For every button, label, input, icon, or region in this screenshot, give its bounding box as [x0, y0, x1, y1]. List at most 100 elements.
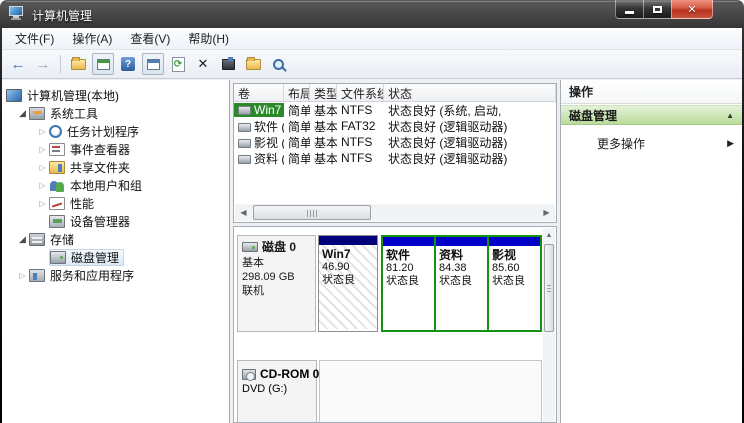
minimize-icon: [625, 11, 634, 14]
close-button[interactable]: ✕: [671, 0, 713, 19]
collapsed-expander-icon[interactable]: ▷: [36, 163, 49, 172]
collapsed-expander-icon[interactable]: ▷: [36, 199, 49, 208]
extended-partition-group: 软件 81.20 状态良 资料 84.38 状态良: [381, 235, 542, 332]
tree-item-label: 磁盘管理: [71, 249, 119, 266]
open-folder-icon[interactable]: [242, 53, 264, 75]
tree-item-local-users-groups[interactable]: ▷ 本地用户和组: [2, 176, 229, 194]
partition-software[interactable]: 软件 81.20 状态良: [383, 237, 434, 330]
scroll-right-icon[interactable]: ▶: [538, 204, 555, 221]
tree-item-event-viewer[interactable]: ▷ 事件查看器: [2, 140, 229, 158]
app-area: 文件(F) 操作(A) 查看(V) 帮助(H) ← → ? ⟳ ✕: [2, 28, 742, 423]
tree-item-shared-folders[interactable]: ▷ 共享文件夹: [2, 158, 229, 176]
up-folder-icon[interactable]: [67, 53, 89, 75]
tree-item-computer-management[interactable]: 计算机管理(本地): [2, 86, 229, 104]
hard-disk-icon: [242, 242, 258, 252]
volume-row-data[interactable]: 资料 (E:) 简单 基本 NTFS 状态良好 (逻辑驱动器): [234, 150, 556, 166]
disk-icon: [50, 251, 66, 264]
refresh-icon[interactable]: ⟳: [167, 53, 189, 75]
expanded-expander-icon[interactable]: ◢: [16, 234, 29, 245]
scrollbar-thumb[interactable]: [253, 205, 371, 220]
tree-item-services-applications[interactable]: ▷ 服务和应用程序: [2, 266, 229, 284]
cd-rom-icon: [242, 369, 256, 380]
column-header-layout[interactable]: 布局: [284, 84, 310, 101]
menu-view[interactable]: 查看(V): [121, 28, 179, 49]
menu-file[interactable]: 文件(F): [6, 28, 63, 49]
partitions: Win7 46.90 状态良 软件 81.20: [318, 235, 542, 332]
cdrom-label[interactable]: CD-ROM 0 DVD (G:): [237, 360, 317, 423]
delete-icon[interactable]: ✕: [192, 53, 214, 75]
app-icon: [9, 6, 25, 20]
tree-item-performance[interactable]: ▷ 性能: [2, 194, 229, 212]
action-pane-toggle-icon[interactable]: [142, 53, 164, 75]
collapsed-expander-icon[interactable]: ▷: [36, 127, 49, 136]
tree-item-disk-management[interactable]: 磁盘管理: [2, 248, 229, 266]
device-manager-icon: [49, 215, 65, 228]
cdrom-row: CD-ROM 0 DVD (G:): [237, 360, 542, 423]
partition-win7[interactable]: Win7 46.90 状态良: [318, 235, 378, 332]
computer-management-window: 计算机管理 ✕ 文件(F) 操作(A) 查看(V) 帮助(H) ← → ? ⟳ …: [0, 0, 744, 423]
volume-row-movies[interactable]: 影视 (F:) 简单 基本 NTFS 状态良好 (逻辑驱动器): [234, 134, 556, 150]
search-icon[interactable]: [267, 53, 289, 75]
help-icon[interactable]: ?: [117, 53, 139, 75]
forward-icon[interactable]: →: [32, 53, 54, 75]
tree-item-label: 存储: [50, 231, 74, 248]
actions-group-disk-management[interactable]: 磁盘管理 ▲: [561, 105, 742, 125]
collapse-icon[interactable]: ▲: [726, 111, 734, 120]
title-bar[interactable]: 计算机管理 ✕: [0, 0, 744, 28]
tree-item-system-tools[interactable]: ◢ 系统工具: [2, 104, 229, 122]
collapsed-expander-icon[interactable]: ▷: [36, 181, 49, 190]
toolbar: ← → ? ⟳ ✕: [2, 50, 742, 79]
volume-row-software[interactable]: 软件 (D:) 简单 基本 FAT32 状态良好 (逻辑驱动器): [234, 118, 556, 134]
maximize-button[interactable]: [644, 0, 671, 19]
partition-data[interactable]: 资料 84.38 状态良: [436, 237, 487, 330]
tree-item-device-manager[interactable]: 设备管理器: [2, 212, 229, 230]
menu-help[interactable]: 帮助(H): [179, 28, 238, 49]
tree-item-label: 设备管理器: [70, 213, 130, 230]
tree-item-storage[interactable]: ◢ 存储: [2, 230, 229, 248]
console-tree: 计算机管理(本地) ◢ 系统工具 ▷ 任务计划程序 ▷ 事件查看器: [2, 80, 230, 423]
actions-group-title: 磁盘管理: [569, 107, 617, 124]
volume-icon: [238, 155, 251, 164]
scrollbar-thumb[interactable]: [544, 244, 554, 332]
menu-action[interactable]: 操作(A): [63, 28, 121, 49]
cdrom-name: CD-ROM 0: [260, 367, 319, 381]
shared-folder-icon: [49, 161, 65, 174]
logical-partition-bar: [436, 237, 487, 246]
horizontal-scrollbar[interactable]: ◀ ▶: [235, 204, 555, 221]
logical-partition-bar: [383, 237, 434, 246]
expanded-expander-icon[interactable]: ◢: [16, 108, 29, 119]
scroll-left-icon[interactable]: ◀: [235, 204, 252, 221]
vertical-scrollbar[interactable]: ▲: [543, 228, 555, 422]
back-icon[interactable]: ←: [7, 53, 29, 75]
cdrom-drive: DVD (G:): [242, 383, 313, 395]
properties-icon[interactable]: [217, 53, 239, 75]
column-header-volume[interactable]: 卷: [234, 84, 284, 101]
close-icon: ✕: [687, 3, 696, 16]
column-header-type[interactable]: 类型: [310, 84, 337, 101]
minimize-button[interactable]: [615, 0, 644, 19]
collapsed-expander-icon[interactable]: ▷: [16, 271, 29, 280]
services-icon: [29, 269, 45, 282]
tree-item-label: 共享文件夹: [70, 159, 130, 176]
cdrom-media-area[interactable]: [319, 360, 542, 423]
volume-icon: [238, 139, 251, 148]
volume-list: 卷 布局 类型 文件系统 状态 Win7 (C:) 简单 基本 NTFS 状态良…: [233, 83, 557, 223]
console-tree-toggle-icon[interactable]: [92, 53, 114, 75]
toolbar-separator: [60, 55, 61, 73]
primary-partition-bar: [319, 236, 377, 245]
more-actions-item[interactable]: 更多操作 ▶: [561, 133, 742, 153]
performance-chart-icon: [49, 197, 65, 210]
column-header-status[interactable]: 状态: [384, 84, 556, 101]
collapsed-expander-icon[interactable]: ▷: [36, 145, 49, 154]
menu-bar: 文件(F) 操作(A) 查看(V) 帮助(H): [2, 28, 742, 50]
partition-movies[interactable]: 影视 85.60 状态良: [489, 237, 540, 330]
users-icon: [49, 179, 65, 192]
scroll-up-icon[interactable]: ▲: [543, 228, 555, 242]
disk0-size: 298.09 GB: [242, 270, 312, 284]
disk0-status: 联机: [242, 284, 312, 298]
disk0-label[interactable]: 磁盘 0 基本 298.09 GB 联机: [237, 235, 316, 332]
volume-row-win7[interactable]: Win7 (C:) 简单 基本 NTFS 状态良好 (系统, 启动,: [234, 102, 556, 118]
column-header-filesystem[interactable]: 文件系统: [337, 84, 384, 101]
tree-item-task-scheduler[interactable]: ▷ 任务计划程序: [2, 122, 229, 140]
tree-item-label: 服务和应用程序: [50, 267, 134, 284]
